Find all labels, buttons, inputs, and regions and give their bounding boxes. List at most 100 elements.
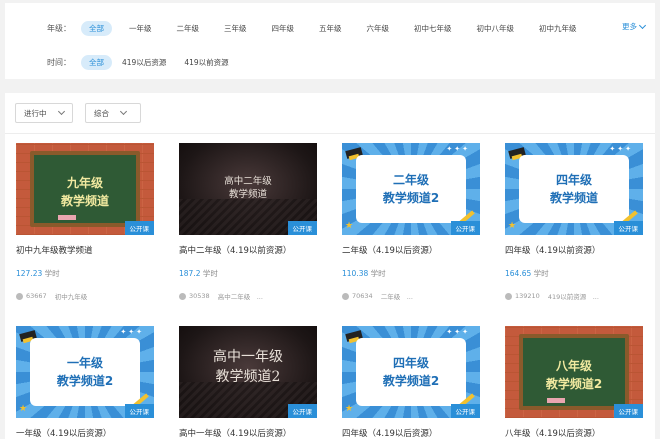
- course-hours: 127.23 学时: [16, 268, 154, 279]
- course-title[interactable]: 八年级（4.19以后资源）: [505, 427, 643, 439]
- divider: [5, 133, 655, 134]
- sort-dropdown-value: 综合: [94, 108, 109, 118]
- course-card[interactable]: 九年级 教学频道 公开课 初中九年级教学频道 127.23 学时 63667 初中九年级: [16, 143, 154, 301]
- hours-unit: 学时: [368, 269, 386, 278]
- grade-filter-options: 全部 一年级 二年级 三年级 四年级 五年级 六年级 初中七年级 初中八年级 初…: [81, 20, 594, 36]
- open-course-badge: 公开课: [124, 404, 154, 418]
- grade-option-6[interactable]: 六年级: [359, 21, 398, 36]
- course-title[interactable]: 高中一年级（4.19以后资源）: [179, 427, 317, 439]
- course-meta: 63667 初中九年级: [16, 291, 154, 301]
- view-count: 70634: [352, 292, 373, 300]
- thumbnail-title-line: 八年级: [555, 359, 592, 373]
- thumbnail-paper: 四年级 教学频道: [519, 155, 629, 223]
- course-card[interactable]: 高中一年级教学频道2 公开课高中一年级（4.19以后资源）: [179, 326, 317, 439]
- grade-option-4[interactable]: 四年级: [264, 21, 303, 36]
- course-title[interactable]: 四年级（4.19以前资源）: [505, 244, 643, 256]
- course-card[interactable]: 一年级 教学频道2 ★ ✦✦✦ 公开课 一年级（4.19以后资源）: [16, 326, 154, 439]
- thumbnail-title-line: 四年级: [555, 173, 592, 187]
- course-card[interactable]: 高中二年级 教学频道 公开课 高中二年级（4.19以前资源） 187.2 学时 30538…: [179, 143, 317, 301]
- dots-decoration: ✦✦✦: [446, 328, 470, 336]
- user-icon: [179, 292, 186, 300]
- status-dropdown[interactable]: 进行中: [15, 103, 73, 123]
- time-filter-options: 全部 419以后资源 419以前资源: [81, 54, 239, 70]
- hours-value: 187.2: [179, 269, 201, 278]
- course-meta: 30538 高中二年级 ...: [179, 291, 317, 301]
- hours-unit: 学时: [531, 269, 549, 278]
- thumbnail-title-line: 四年级: [392, 356, 429, 370]
- thumbnail-title-line: 教学频道2: [382, 374, 440, 388]
- view-count: 139210: [515, 292, 540, 300]
- user-icon: [16, 292, 23, 300]
- more-filters-button[interactable]: 更多: [622, 21, 647, 32]
- thumbnail-title-line: 高中一年级: [213, 349, 283, 365]
- chalkboard: 八年级 教学频道2: [519, 334, 629, 410]
- user-icon: [505, 292, 512, 300]
- grade-option-7[interactable]: 初中七年级: [406, 21, 460, 36]
- open-course-badge: 公开课: [287, 404, 317, 418]
- grade-option-8[interactable]: 初中八年级: [469, 21, 523, 36]
- time-option-before-419[interactable]: 419以前资源: [176, 55, 236, 70]
- thumbnail-title-line: 九年级: [66, 176, 103, 190]
- course-title[interactable]: 四年级（4.19以后资源）: [342, 427, 480, 439]
- course-thumbnail[interactable]: 高中二年级 教学频道 公开课: [179, 143, 317, 235]
- hours-value: 110.38: [342, 269, 369, 278]
- course-title[interactable]: 初中九年级教学频道: [16, 244, 154, 256]
- dots-decoration: ✦✦✦: [120, 328, 144, 336]
- time-filter-label: 时间：: [47, 57, 71, 67]
- course-thumbnail[interactable]: 九年级 教学频道 公开课: [16, 143, 154, 235]
- course-card[interactable]: 二年级 教学频道2 ★ ✦✦✦ 公开课 二年级（4.19以后资源） 110.38 学时 706…: [342, 143, 480, 301]
- course-card[interactable]: 四年级 教学频道 ★ ✦✦✦ 公开课 四年级（4.19以前资源） 164.65 学时 1392…: [505, 143, 643, 301]
- more-label: 更多: [622, 22, 637, 31]
- grade-option-1[interactable]: 一年级: [121, 21, 160, 36]
- course-thumbnail[interactable]: 一年级 教学频道2 ★ ✦✦✦ 公开课: [16, 326, 154, 418]
- course-title[interactable]: 高中二年级（4.19以前资源）: [179, 244, 317, 256]
- course-meta: 139210 419以前资源 ...: [505, 291, 643, 301]
- view-count: 30538: [189, 292, 210, 300]
- grade-option-5[interactable]: 五年级: [311, 21, 350, 36]
- course-thumbnail[interactable]: 四年级 教学频道 ★ ✦✦✦ 公开课: [505, 143, 643, 235]
- hours-unit: 学时: [42, 269, 60, 278]
- course-card[interactable]: 八年级 教学频道2 公开课八年级（4.19以后资源）: [505, 326, 643, 439]
- grade-option-all[interactable]: 全部: [81, 20, 112, 36]
- thumbnail-title-line: 教学频道2: [382, 191, 440, 205]
- course-title[interactable]: 二年级（4.19以后资源）: [342, 244, 480, 256]
- view-count: 63667: [26, 292, 47, 300]
- thumbnail-title-line: 教学频道: [60, 194, 109, 208]
- course-tag: 419以前资源 ...: [547, 293, 599, 301]
- course-title[interactable]: 一年级（4.19以后资源）: [16, 427, 154, 439]
- filter-panel: 年级： 全部 一年级 二年级 三年级 四年级 五年级 六年级 初中七年级 初中八…: [5, 3, 655, 79]
- user-icon: [342, 292, 349, 300]
- star-icon: ★: [345, 404, 354, 414]
- course-thumbnail[interactable]: 八年级 教学频道2 公开课: [505, 326, 643, 418]
- sort-dropdown[interactable]: 综合: [85, 103, 141, 123]
- open-course-badge: 公开课: [450, 221, 480, 235]
- grade-option-3[interactable]: 三年级: [216, 21, 255, 36]
- course-thumbnail[interactable]: 高中一年级教学频道2 公开课: [179, 326, 317, 418]
- course-thumbnail[interactable]: 四年级 教学频道2 ★ ✦✦✦ 公开课: [342, 326, 480, 418]
- dots-decoration: ✦✦✦: [446, 145, 470, 153]
- status-dropdown-value: 进行中: [24, 108, 47, 118]
- thumbnail-title-line: 教学频道2: [215, 369, 281, 385]
- thumbnail-title-line: 教学频道: [549, 191, 598, 205]
- course-tag: 二年级 ...: [380, 293, 413, 301]
- course-card[interactable]: 四年级 教学频道2 ★ ✦✦✦ 公开课 四年级（4.19以后资源）: [342, 326, 480, 439]
- course-hours: 164.65 学时: [505, 268, 643, 279]
- open-course-badge: 公开课: [450, 404, 480, 418]
- hours-value: 164.65: [505, 269, 532, 278]
- course-tag: 初中九年级: [54, 293, 88, 301]
- time-option-after-419[interactable]: 419以后资源: [114, 55, 174, 70]
- thumbnail-title-line: 二年级: [392, 173, 429, 187]
- grade-option-9[interactable]: 初中九年级: [531, 21, 585, 36]
- dots-decoration: ✦✦✦: [609, 145, 633, 153]
- star-icon: ★: [508, 221, 517, 231]
- thumbnail-paper: 四年级教学频道2: [356, 338, 466, 406]
- course-thumbnail[interactable]: 二年级 教学频道2 ★ ✦✦✦ 公开课: [342, 143, 480, 235]
- thumbnail-title-line: 教学频道2: [56, 374, 114, 388]
- grade-option-2[interactable]: 二年级: [169, 21, 208, 36]
- thumbnail-title-line: 教学频道: [228, 189, 267, 200]
- time-option-all[interactable]: 全部: [81, 54, 112, 70]
- grade-filter-label: 年级：: [47, 23, 71, 33]
- list-toolbar: 进行中 综合: [15, 103, 153, 123]
- eraser-icon: [58, 215, 76, 220]
- course-list-panel: 进行中 综合 九年级 教学频道 公开课 初中九年级教学频道 127.23 学时 63667…: [5, 93, 655, 439]
